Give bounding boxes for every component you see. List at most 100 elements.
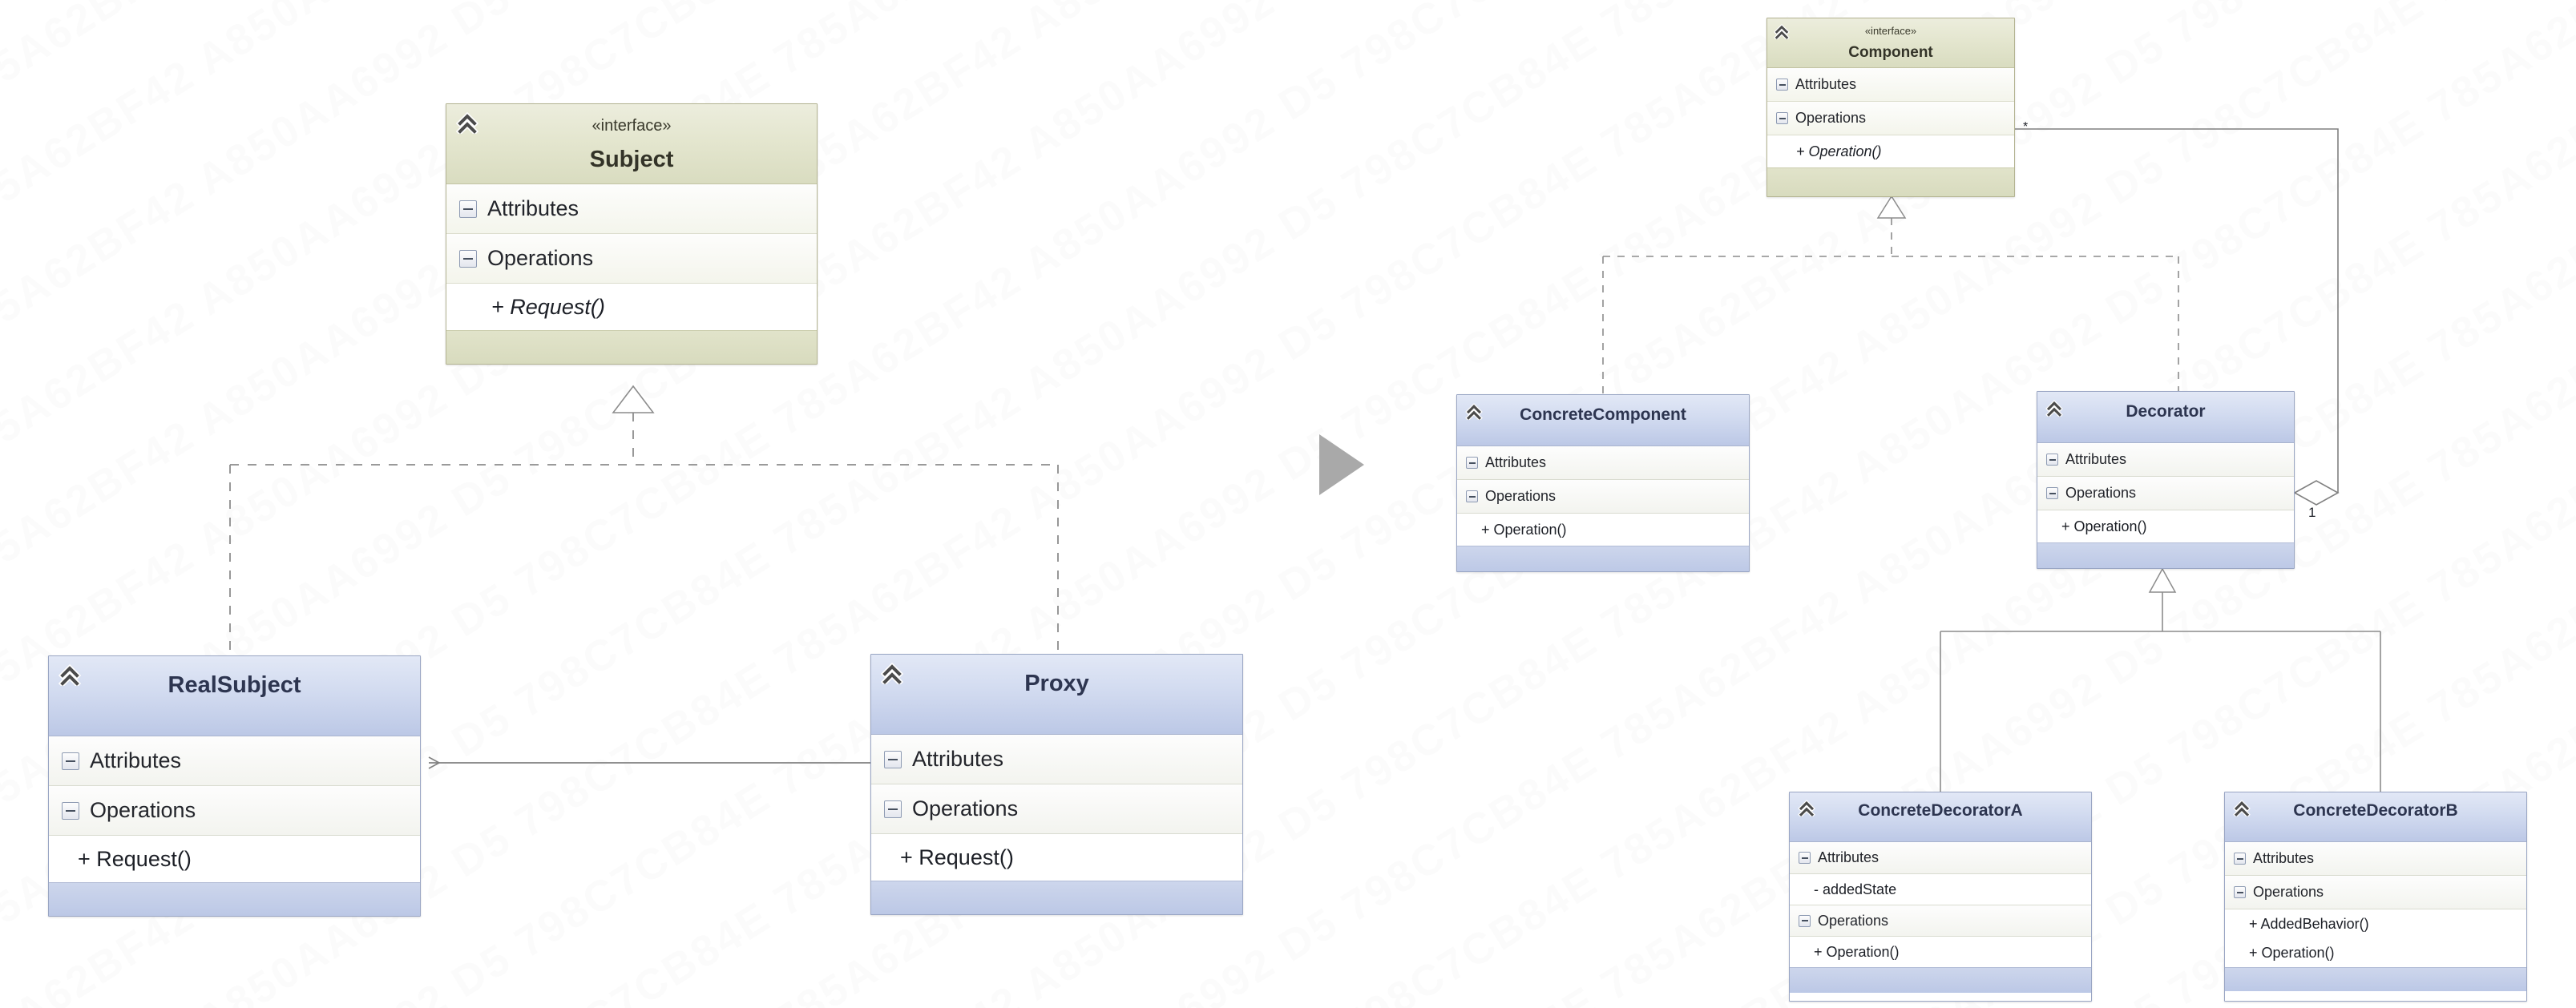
class-header-decorator: Decorator	[2037, 392, 2294, 443]
member-row[interactable]: + Request()	[446, 284, 817, 330]
member-row[interactable]: + Operation()	[1767, 135, 2014, 167]
watermark-line: 798C7CB84E 785A62BF42 A850AA6992 D5 798C…	[0, 0, 2576, 283]
class-body-subject: Attributes Operations + Request()	[446, 184, 817, 330]
compartment-label-attributes: Attributes	[2065, 451, 2127, 467]
class-header-subject: «interface» Subject	[446, 104, 817, 184]
member-row[interactable]: + Request()	[49, 836, 420, 882]
class-body-proxy: Attributes Operations + Request()	[871, 735, 1242, 881]
multiplicity-label-component-end: *	[2023, 120, 2029, 134]
class-box-concretedecoratorb[interactable]: ConcreteDecoratorB Attributes Operations…	[2224, 792, 2527, 1002]
watermark-line: 798C7CB84E 785A62BF42 A850AA6992 D5 798C…	[0, 0, 2576, 163]
connector-realization-component	[1602, 195, 2179, 394]
class-header-proxy: Proxy	[871, 655, 1242, 735]
class-header-component: «interface» Component	[1767, 18, 2014, 68]
compartment-operations-realsubject[interactable]: Operations	[49, 786, 420, 836]
minus-box-icon[interactable]	[459, 249, 477, 268]
compartment-operations-component[interactable]: Operations	[1767, 102, 2014, 135]
minus-box-icon[interactable]	[884, 800, 902, 818]
compartment-operations-concretecomponent[interactable]: Operations	[1457, 480, 1749, 514]
compartment-attributes-subject[interactable]: Attributes	[446, 184, 817, 234]
compartment-label-operations: Operations	[1795, 110, 1867, 126]
class-title-subject: Subject	[589, 147, 674, 172]
double-chevron-up-icon	[1774, 24, 1790, 39]
class-stereotype-subject: «interface»	[592, 117, 672, 135]
multiplicity-label-decorator-end: 1	[2308, 505, 2316, 520]
double-chevron-up-icon	[1465, 403, 1483, 420]
watermark-line: 798C7CB84E 785A62BF42 A850AA6992 D5 798C…	[0, 0, 2576, 764]
minus-box-icon[interactable]	[459, 200, 477, 218]
class-title-concretedecoratora: ConcreteDecoratorA	[1858, 801, 2023, 820]
compartment-operations-concretedecoratora[interactable]: Operations	[1790, 905, 2091, 937]
minus-box-icon[interactable]	[2046, 487, 2058, 499]
class-body-concretecomponent: Attributes Operations + Operation()	[1457, 446, 1749, 546]
compartment-attributes-proxy[interactable]: Attributes	[871, 735, 1242, 784]
compartment-label-operations: Operations	[1818, 912, 1889, 929]
compartment-label-operations: Operations	[912, 796, 1019, 821]
class-footer-concretecomponent	[1457, 546, 1749, 571]
member-row[interactable]: + Operation()	[1457, 514, 1749, 546]
class-box-proxy[interactable]: Proxy Attributes Operations + Request()	[870, 654, 1243, 915]
member-row[interactable]: + Operation()	[2225, 938, 2526, 967]
class-footer-concretedecoratorb	[2225, 967, 2526, 991]
compartment-attributes-decorator[interactable]: Attributes	[2037, 443, 2294, 477]
class-box-subject[interactable]: «interface» Subject Attributes Operation…	[446, 103, 818, 365]
double-chevron-up-icon	[1798, 800, 1815, 816]
compartment-operations-subject[interactable]: Operations	[446, 234, 817, 284]
class-title-concretedecoratorb: ConcreteDecoratorB	[2293, 801, 2458, 820]
compartment-label-operations: Operations	[90, 798, 196, 822]
compartment-attributes-concretedecoratora[interactable]: Attributes	[1790, 842, 2091, 874]
member-row[interactable]: + AddedBehavior()	[2225, 909, 2526, 938]
class-box-concretedecoratora[interactable]: ConcreteDecoratorA Attributes - addedSta…	[1789, 792, 2092, 1002]
member-row[interactable]: + Operation()	[2037, 510, 2294, 542]
member-row[interactable]: + Operation()	[1790, 937, 2091, 967]
class-header-concretecomponent: ConcreteComponent	[1457, 395, 1749, 446]
minus-box-icon[interactable]	[1799, 914, 1811, 927]
class-title-concretecomponent: ConcreteComponent	[1520, 405, 1686, 424]
compartment-attributes-component[interactable]: Attributes	[1767, 68, 2014, 102]
member-row[interactable]: + Request()	[871, 834, 1242, 881]
class-stereotype-component: «interface»	[1864, 25, 1917, 37]
minus-box-icon[interactable]	[62, 752, 79, 770]
minus-box-icon[interactable]	[2046, 454, 2058, 466]
class-body-decorator: Attributes Operations + Operation()	[2037, 443, 2294, 542]
class-header-realsubject: RealSubject	[49, 656, 420, 736]
minus-box-icon[interactable]	[2234, 853, 2246, 865]
minus-box-icon[interactable]	[2234, 886, 2246, 898]
class-box-concretecomponent[interactable]: ConcreteComponent Attributes Operations …	[1456, 394, 1750, 572]
class-header-concretedecoratora: ConcreteDecoratorA	[1790, 792, 2091, 842]
compartment-operations-proxy[interactable]: Operations	[871, 784, 1242, 834]
class-box-realsubject[interactable]: RealSubject Attributes Operations + Requ…	[48, 655, 421, 917]
class-body-concretedecoratora: Attributes - addedState Operations + Ope…	[1790, 842, 2091, 967]
compartment-label-attributes: Attributes	[1818, 849, 1880, 865]
minus-box-icon[interactable]	[1466, 457, 1478, 469]
class-body-concretedecoratorb: Attributes Operations + AddedBehavior() …	[2225, 842, 2526, 967]
class-body-component: Attributes Operations + Operation()	[1767, 68, 2014, 167]
minus-box-icon[interactable]	[1776, 79, 1788, 91]
double-chevron-up-icon	[2233, 800, 2251, 816]
class-body-realsubject: Attributes Operations + Request()	[49, 736, 420, 882]
minus-box-icon[interactable]	[62, 801, 79, 820]
minus-box-icon[interactable]	[1799, 852, 1811, 864]
class-box-component[interactable]: «interface» Component Attributes Operati…	[1766, 18, 2015, 197]
compartment-attributes-concretedecoratorb[interactable]: Attributes	[2225, 842, 2526, 876]
compartment-operations-decorator[interactable]: Operations	[2037, 477, 2294, 510]
uml-diagram-canvas: 798C7CB84E 785A62BF42 A850AA6992 D5 798C…	[0, 0, 2576, 1008]
member-row[interactable]: - addedState	[1790, 874, 2091, 905]
compartment-label-attributes: Attributes	[1795, 76, 1857, 92]
compartment-attributes-realsubject[interactable]: Attributes	[49, 736, 420, 786]
connector-realization-subject	[229, 385, 1059, 657]
watermark-line: 798C7CB84E 785A62BF42 A850AA6992 D5 798C…	[0, 0, 2576, 403]
class-box-decorator[interactable]: Decorator Attributes Operations + Operat…	[2037, 391, 2295, 569]
minus-box-icon[interactable]	[1776, 112, 1788, 124]
compartment-label-attributes: Attributes	[1485, 454, 1547, 470]
compartment-label-operations: Operations	[1485, 488, 1557, 504]
play-triangle-icon	[1319, 434, 1364, 495]
minus-box-icon[interactable]	[1466, 490, 1478, 502]
minus-box-icon[interactable]	[884, 750, 902, 768]
class-title-realsubject: RealSubject	[168, 672, 301, 698]
compartment-operations-concretedecoratorb[interactable]: Operations	[2225, 876, 2526, 909]
connector-generalization-decorator	[1940, 567, 2381, 792]
watermark-line: 798C7CB84E 785A62BF42 A850AA6992 D5 798C…	[0, 0, 2576, 42]
double-chevron-up-icon	[455, 111, 479, 134]
compartment-attributes-concretecomponent[interactable]: Attributes	[1457, 446, 1749, 480]
